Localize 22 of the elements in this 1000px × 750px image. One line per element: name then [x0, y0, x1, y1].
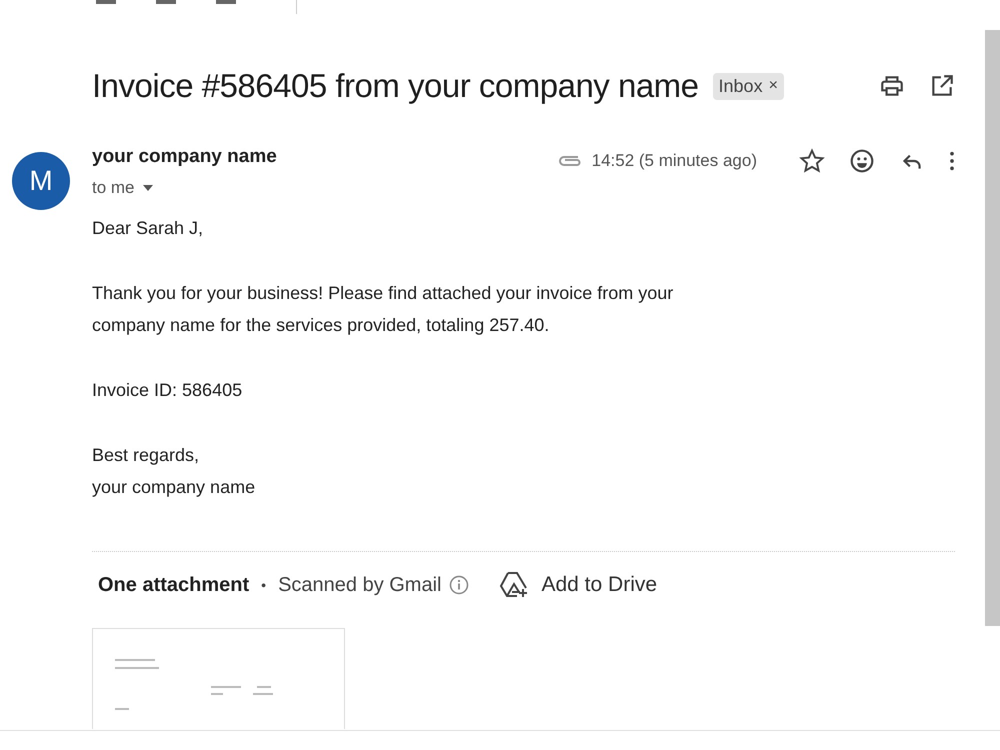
- more-options-icon[interactable]: [949, 150, 955, 172]
- body-paragraph: Best regards, your company name: [92, 444, 256, 499]
- drive-add-icon: [499, 570, 530, 600]
- add-to-drive-button[interactable]: Add to Drive: [499, 570, 658, 600]
- sender-name: your company name: [92, 146, 277, 168]
- sender-avatar[interactable]: M: [12, 152, 70, 210]
- separator-dot: •: [261, 577, 266, 593]
- body-paragraph: Invoice ID: 586405: [92, 379, 244, 402]
- info-icon[interactable]: [449, 575, 470, 595]
- body-paragraph: Dear Sarah J,: [92, 217, 204, 240]
- label-text: Inbox: [718, 76, 763, 96]
- caret-icon: [142, 185, 153, 191]
- attachment-heading: One attachment: [98, 574, 250, 596]
- email-subject: Invoice #586405 from your company name: [92, 67, 699, 105]
- recipient-dropdown[interactable]: to me: [92, 178, 153, 198]
- remove-label-button[interactable]: ×: [768, 77, 778, 95]
- emoji-icon[interactable]: [849, 148, 875, 174]
- body-paragraph: Thank you for your business! Please find attached your invoice from your company name for the services provided, totaling 257.40.: [92, 282, 674, 337]
- scan-note: Scanned by Gmail: [278, 574, 442, 596]
- star-icon[interactable]: [799, 148, 825, 174]
- scrollbar[interactable]: [985, 30, 1000, 626]
- message-time: 14:52 (5 minutes ago): [592, 151, 757, 171]
